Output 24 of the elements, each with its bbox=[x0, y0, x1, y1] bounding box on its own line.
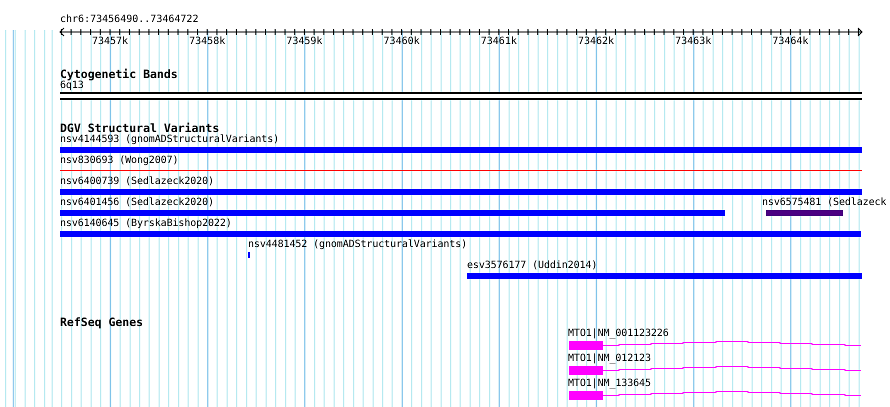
variant-label: nsv6400739 (Sedlazeck2020) bbox=[60, 176, 214, 188]
variant-label: nsv6575481 (Sedlazeck bbox=[762, 197, 886, 209]
tick-label: 73459k bbox=[286, 36, 322, 48]
track-title: DGV Structural Variants bbox=[59, 122, 220, 134]
variant-label: esv3576177 (Uddin2014) bbox=[467, 260, 598, 272]
variant-label: nsv830693 (Wong2007) bbox=[60, 155, 178, 167]
tick-label: 73462k bbox=[578, 36, 614, 48]
tick-label: 73460k bbox=[384, 36, 420, 48]
transcript-label: MTO1|NM_133645 bbox=[568, 378, 651, 390]
variant-label: nsv4144593 (gnomADStructuralVariants) bbox=[60, 134, 280, 146]
transcript-label: MTO1|NM_012123 bbox=[568, 353, 651, 365]
tick-label: 73457k bbox=[92, 36, 128, 48]
location-label: chr6:73456490..73464722 bbox=[60, 14, 198, 26]
band-label: 6q13 bbox=[60, 80, 84, 92]
transcript-label: MTO1|NM_001123226 bbox=[568, 328, 669, 340]
tick-label: 73458k bbox=[189, 36, 226, 48]
track-title: RefSeq Genes bbox=[59, 316, 144, 328]
track-title: Cytogenetic Bands bbox=[59, 68, 179, 80]
variant-label: nsv4481452 (gnomADStructuralVariants) bbox=[248, 239, 468, 251]
tick-label: 73463k bbox=[675, 36, 712, 48]
variant-label: nsv6140645 (ByrskaBishop2022) bbox=[60, 218, 232, 230]
tick-label: 73461k bbox=[480, 36, 517, 48]
tick-label: 73464k bbox=[772, 36, 808, 48]
variant-label: nsv6401456 (Sedlazeck2020) bbox=[60, 197, 214, 209]
